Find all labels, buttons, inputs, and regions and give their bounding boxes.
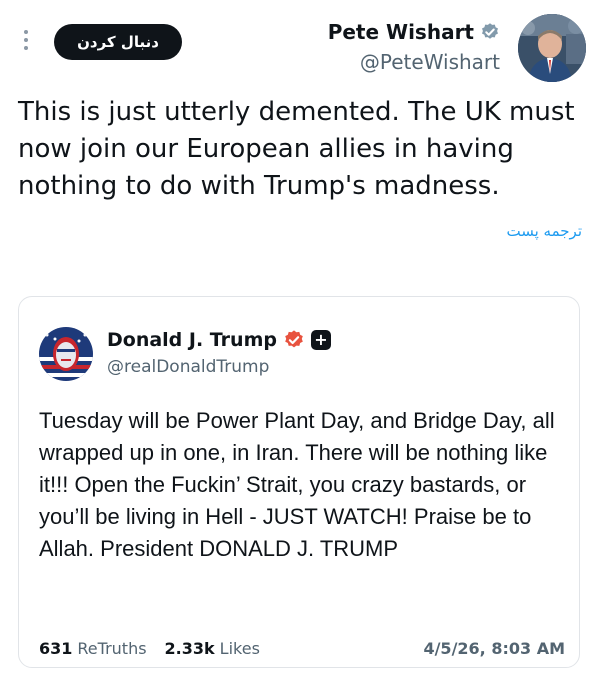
post-timestamp[interactable]: 4/5/26, 8:03 AM [423,639,565,658]
quoted-post-footer: 631 ReTruths 2.33k Likes 4/5/26, 8:03 AM [39,639,565,658]
follow-button[interactable]: دنبال کردن [54,24,182,60]
likes-stat[interactable]: 2.33k Likes [165,639,260,658]
verified-badge-icon [482,23,498,39]
retruths-stat[interactable]: 631 ReTruths [39,639,147,658]
avatar-image [518,14,586,82]
quoted-author-name-row[interactable]: Donald J. Trump + [107,329,331,351]
likes-label: Likes [219,639,260,658]
quoted-post-text: Tuesday will be Power Plant Day, and Bri… [39,408,555,561]
more-options-icon[interactable] [22,30,30,50]
likes-count: 2.33k [164,639,215,658]
author-name[interactable]: Pete Wishart [328,20,474,44]
retruths-count: 631 [39,639,73,658]
retruths-label: ReTruths [77,639,147,658]
quoted-author-handle[interactable]: @realDonaldTrump [107,357,269,377]
quoted-avatar-image [39,327,93,381]
quoted-author-avatar[interactable] [39,327,93,381]
verified-badge-icon [285,330,303,348]
tweet-text: This is just utterly demented. The UK mu… [18,97,575,201]
quoted-author-name[interactable]: Donald J. Trump [107,329,277,351]
plus-badge-icon: + [310,330,331,350]
author-handle[interactable]: @PeteWishart [328,50,500,74]
author-info: Pete Wishart @PeteWishart [328,20,500,74]
author-name-row[interactable]: Pete Wishart [328,20,500,44]
author-avatar[interactable] [518,14,586,82]
quoted-post-card[interactable]: Donald J. Trump + @realDonaldTrump Tuesd… [18,296,580,668]
translate-post-link[interactable]: ترجمه پست [507,222,583,240]
